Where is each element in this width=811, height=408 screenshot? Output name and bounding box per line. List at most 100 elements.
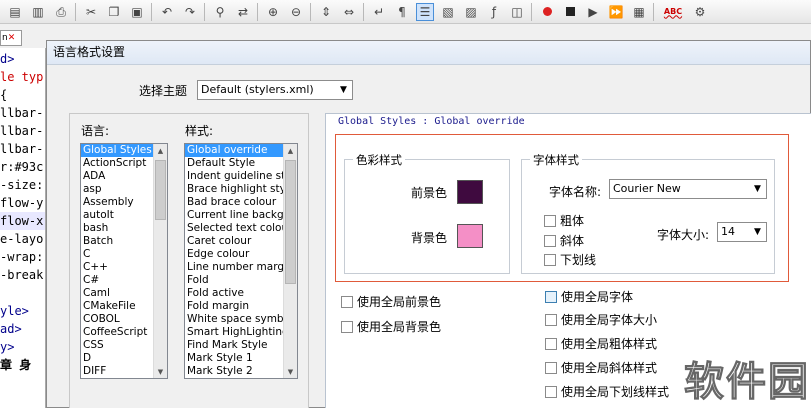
list-item[interactable]: Selected text colour	[185, 222, 297, 235]
sync-horizontal-icon[interactable]: ⇔	[340, 3, 358, 21]
chevron-down-icon: ▼	[340, 85, 347, 95]
checkbox-box[interactable]	[341, 295, 353, 308]
doc-map-icon[interactable]: ▨	[462, 3, 480, 21]
checkbox-box[interactable]	[545, 290, 557, 303]
list-item[interactable]: Fold	[185, 274, 297, 287]
list-item[interactable]: Global override	[185, 144, 297, 157]
zoom-in-icon[interactable]: ⊕	[264, 3, 282, 21]
list-item[interactable]: Edge colour	[185, 248, 297, 261]
list-item[interactable]: Smart HighLighting	[185, 326, 297, 339]
scrollbar-thumb[interactable]	[155, 160, 166, 220]
underline-checkbox[interactable]: 下划线	[544, 251, 596, 268]
color-style-group: 色彩样式	[344, 152, 510, 274]
code-line: 章 身	[0, 358, 32, 372]
foreground-color-swatch[interactable]	[457, 180, 483, 204]
background-color-swatch[interactable]	[457, 224, 483, 248]
function-list-icon[interactable]: ƒ	[485, 3, 503, 21]
redo-icon[interactable]: ↷	[181, 3, 199, 21]
sync-vertical-icon[interactable]: ⇕	[317, 3, 335, 21]
paste-icon[interactable]: ▣	[128, 3, 146, 21]
theme-label: 选择主题	[139, 84, 188, 98]
scroll-down-icon[interactable]: ▼	[154, 365, 167, 378]
code-line: llbar-	[0, 124, 44, 138]
playback-macro-icon[interactable]: ▶	[584, 3, 602, 21]
toolbar-separator	[531, 2, 532, 21]
run-macro-icon[interactable]: ⏩	[607, 3, 625, 21]
use-global-underline-checkbox[interactable]: 使用全局下划线样式	[545, 383, 669, 400]
language-list[interactable]: Global Styles ActionScript ADA asp Assem…	[80, 143, 168, 379]
font-name-select[interactable]: Courier New ▼	[609, 179, 767, 199]
font-size-select[interactable]: 14 ▼	[717, 222, 767, 242]
editor-area[interactable]: d> le typ { llbar- llbar- llbar- r:#93c …	[0, 48, 46, 408]
list-item[interactable]: Fold active	[185, 287, 297, 300]
list-item[interactable]: Brace highlight style	[185, 183, 297, 196]
list-item[interactable]: Caret colour	[185, 235, 297, 248]
undo-icon[interactable]: ↶	[158, 3, 176, 21]
cut-icon[interactable]: ✂	[82, 3, 100, 21]
use-global-bold-label: 使用全局粗体样式	[561, 337, 658, 351]
find-icon[interactable]: ⚲	[211, 3, 229, 21]
style-label: 样式:	[185, 124, 214, 138]
list-item[interactable]: Mark Style 1	[185, 352, 297, 365]
foreground-label: 前景色	[411, 186, 448, 200]
checkbox-box[interactable]	[545, 313, 557, 326]
checkbox-box[interactable]	[544, 214, 556, 227]
use-global-font-checkbox[interactable]: 使用全局字体	[545, 288, 633, 305]
document-tab[interactable]: n✕	[0, 30, 22, 46]
print-icon[interactable]: ⎙	[52, 3, 70, 21]
list-item[interactable]: Current line background	[185, 209, 297, 222]
show-all-chars-icon[interactable]: ¶	[393, 3, 411, 21]
use-global-font-size-checkbox[interactable]: 使用全局字体大小	[545, 311, 657, 328]
plugin-icon[interactable]: ⚙	[691, 3, 709, 21]
toolbar-separator	[653, 2, 654, 21]
list-item[interactable]: White space symbol	[185, 313, 297, 326]
scroll-up-icon[interactable]: ▲	[284, 144, 297, 157]
monitoring-icon[interactable]: ◫	[508, 3, 526, 21]
use-global-bold-checkbox[interactable]: 使用全局粗体样式	[545, 335, 657, 352]
style-list[interactable]: Global override Default Style Indent gui…	[184, 143, 298, 379]
scrollbar-thumb[interactable]	[285, 160, 296, 284]
copy-icon[interactable]: ❐	[105, 3, 123, 21]
save-macro-icon[interactable]: ▦	[630, 3, 648, 21]
user-lang-icon[interactable]: ▧	[439, 3, 457, 21]
use-global-bg-label: 使用全局背景色	[357, 320, 442, 334]
font-name-value: Courier New	[613, 182, 681, 195]
list-item[interactable]: Indent guideline style	[185, 170, 297, 183]
theme-select[interactable]: Default (stylers.xml) ▼	[197, 80, 353, 100]
list-item[interactable]: Bad brace colour	[185, 196, 297, 209]
list-item[interactable]: Find Mark Style	[185, 339, 297, 352]
use-global-bg-checkbox[interactable]: 使用全局背景色	[341, 318, 441, 335]
replace-icon[interactable]: ⇄	[234, 3, 252, 21]
new-file-icon[interactable]: ▤	[6, 3, 24, 21]
stop-record-icon[interactable]	[561, 3, 579, 21]
italic-checkbox[interactable]: 斜体	[544, 232, 584, 249]
scroll-up-icon[interactable]: ▲	[154, 144, 167, 157]
language-list-scrollbar[interactable]: ▲ ▼	[153, 144, 167, 378]
open-file-icon[interactable]: ▥	[29, 3, 47, 21]
list-item[interactable]: Mark Style 2	[185, 365, 297, 378]
checkbox-box[interactable]	[544, 234, 556, 247]
checkbox-box[interactable]	[545, 361, 557, 374]
code-line: d>	[0, 52, 15, 66]
code-line: llbar-	[0, 142, 44, 156]
checkbox-box[interactable]	[545, 385, 557, 398]
spell-check-icon[interactable]: ABC	[660, 3, 686, 21]
chevron-down-icon: ▼	[754, 227, 761, 237]
close-tab-icon[interactable]: ✕	[8, 33, 16, 43]
bold-checkbox[interactable]: 粗体	[544, 212, 584, 229]
record-macro-icon[interactable]	[538, 3, 556, 21]
use-global-fg-checkbox[interactable]: 使用全局前景色	[341, 293, 441, 310]
checkbox-box[interactable]	[341, 320, 353, 333]
list-item[interactable]: Default Style	[185, 157, 297, 170]
toolbar-separator	[257, 2, 258, 21]
scroll-down-icon[interactable]: ▼	[284, 365, 297, 378]
style-list-scrollbar[interactable]: ▲ ▼	[283, 144, 297, 378]
zoom-out-icon[interactable]: ⊖	[287, 3, 305, 21]
checkbox-box[interactable]	[544, 253, 556, 266]
use-global-italic-checkbox[interactable]: 使用全局斜体样式	[545, 359, 657, 376]
checkbox-box[interactable]	[545, 337, 557, 350]
indent-guide-icon[interactable]: ☰	[416, 2, 434, 21]
list-item[interactable]: Fold margin	[185, 300, 297, 313]
word-wrap-icon[interactable]: ↵	[370, 3, 388, 21]
list-item[interactable]: Line number margin	[185, 261, 297, 274]
